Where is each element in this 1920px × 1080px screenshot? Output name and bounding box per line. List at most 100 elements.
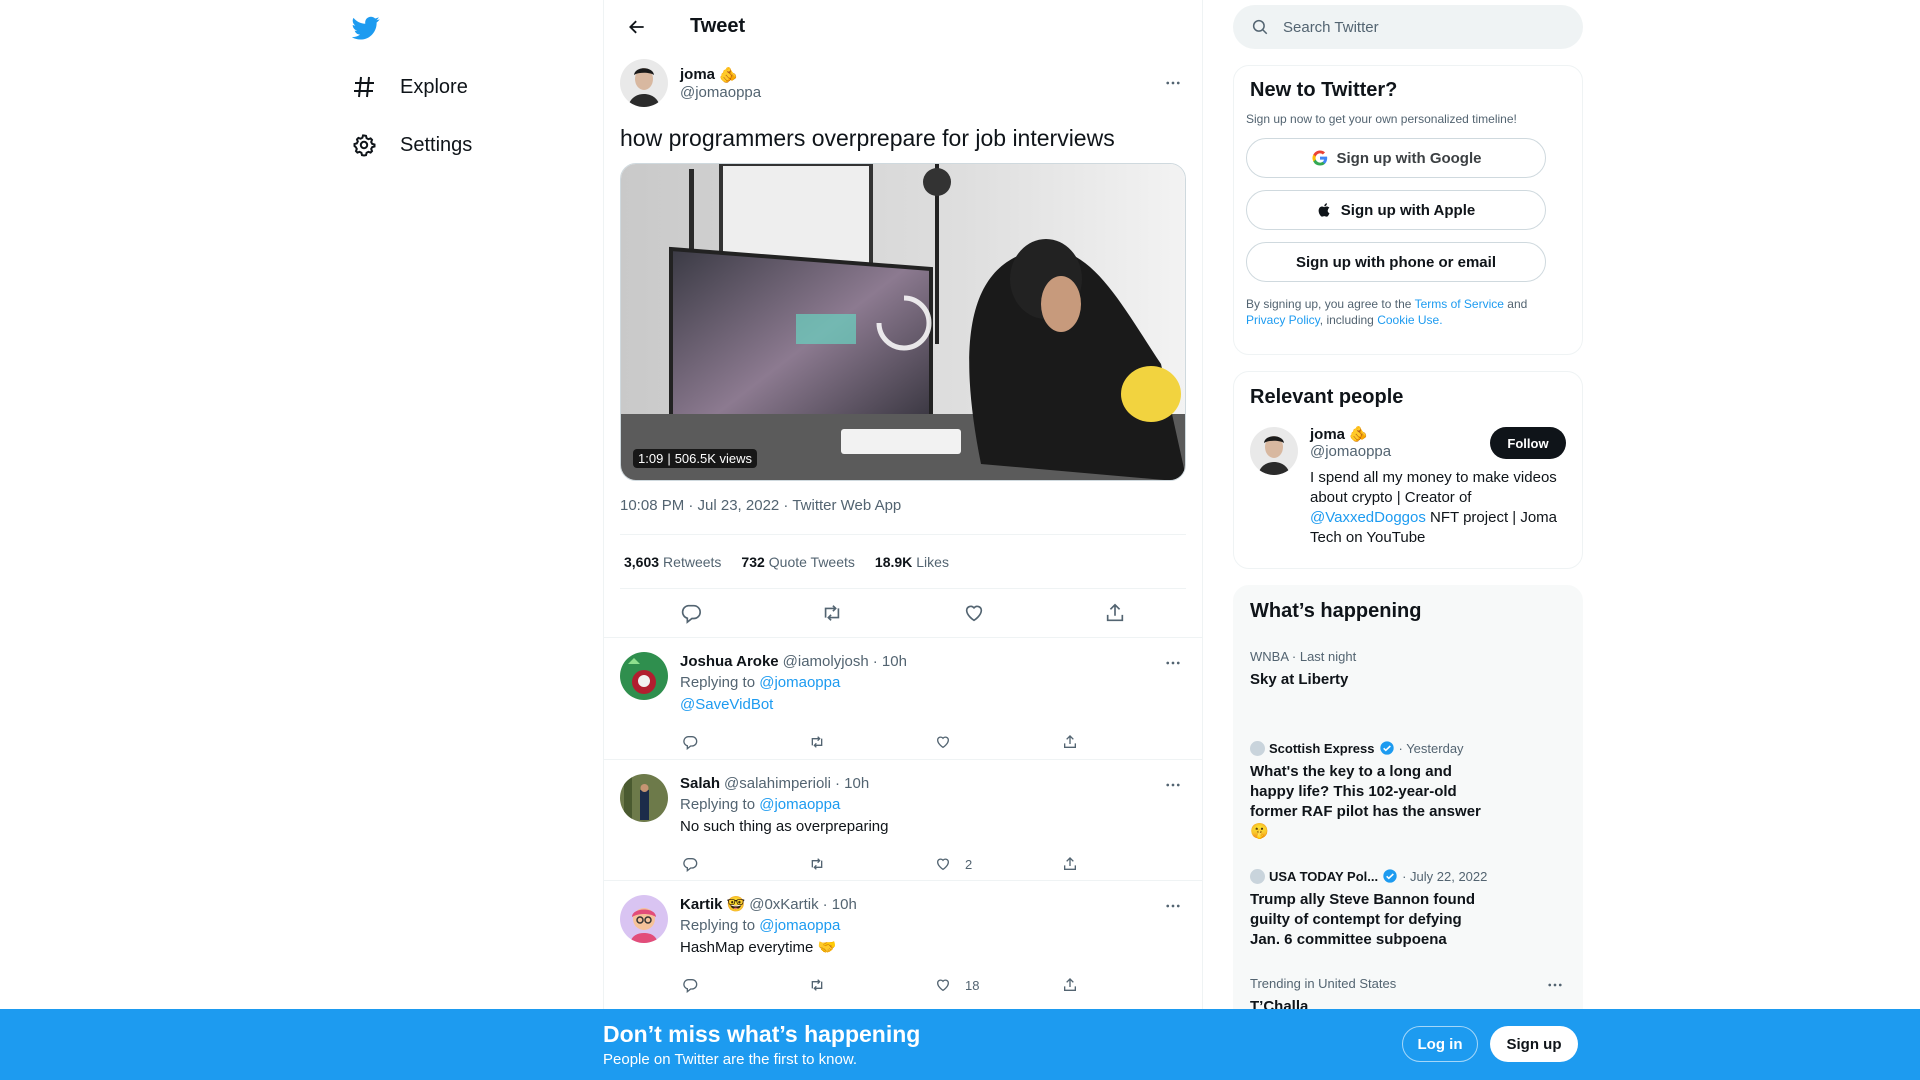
trend-context: WNBA · Last night: [1250, 649, 1357, 664]
likes-count: 18.9K: [874, 553, 913, 570]
source-avatar: [1250, 868, 1265, 884]
terms-text: By signing up, you agree to the Terms of…: [1246, 296, 1570, 328]
retweets-stat[interactable]: 3,603 Retweets: [624, 554, 721, 570]
trend-item[interactable]: Scottish Express · Yesterday What's the …: [1250, 740, 1568, 842]
signup-google-button[interactable]: Sign up with Google: [1246, 138, 1546, 178]
share-icon: [1060, 975, 1080, 995]
like-icon[interactable]: [957, 596, 991, 630]
cookie-link[interactable]: Cookie Use.: [1377, 313, 1442, 327]
replying-to: Replying to @jomaoppa: [680, 915, 1186, 937]
replying-to-link[interactable]: @jomaoppa: [759, 796, 840, 813]
replying-to-link[interactable]: @jomaoppa: [759, 674, 840, 691]
trend-source: USA TODAY Pol...: [1269, 868, 1379, 884]
avatar[interactable]: [620, 59, 668, 107]
search-box[interactable]: [1233, 5, 1583, 49]
nav-item-settings[interactable]: Settings: [350, 125, 472, 165]
back-arrow-icon[interactable]: [620, 10, 654, 44]
more-icon[interactable]: [1160, 772, 1186, 798]
search-input[interactable]: [1283, 18, 1543, 36]
like-action[interactable]: 2: [933, 854, 1060, 874]
bio-link[interactable]: @VaxxedDoggos: [1310, 509, 1426, 526]
trend-source: Scottish Express: [1269, 740, 1375, 756]
retweets-label: Retweets: [663, 553, 722, 570]
terms-link[interactable]: Terms of Service: [1415, 297, 1504, 311]
avatar[interactable]: [620, 774, 668, 822]
more-icon[interactable]: [1160, 70, 1186, 96]
reply-name[interactable]: Salah: [680, 775, 720, 792]
video-duration: 1:09: [638, 451, 664, 466]
search-icon: [1251, 18, 1269, 36]
signup-apple-label: Sign up with Apple: [1340, 201, 1476, 219]
reply-handle[interactable]: @iamolyjosh: [783, 653, 869, 670]
reply-icon[interactable]: [674, 596, 708, 630]
author-name: joma: [680, 66, 716, 83]
signup-bottom-bar: Don’t miss what’s happening People on Tw…: [0, 1009, 1920, 1080]
signup-phone-button[interactable]: Sign up with phone or email: [1246, 242, 1546, 282]
reply-name[interactable]: Kartik: [680, 896, 723, 913]
twitter-logo-icon[interactable]: [350, 12, 382, 44]
more-icon[interactable]: [1160, 650, 1186, 676]
reply-item[interactable]: Kartik 🤓 @0xKartik · 10h Replying to @jo…: [604, 880, 1202, 1001]
retweet-icon: [807, 854, 827, 874]
panel-subtitle: Sign up now to get your own personalized…: [1246, 112, 1517, 126]
reply-handle[interactable]: @0xKartik: [749, 896, 818, 913]
avatar[interactable]: [620, 895, 668, 943]
signup-apple-button[interactable]: Sign up with Apple: [1246, 190, 1546, 230]
reply-name[interactable]: Joshua Aroke: [680, 653, 779, 670]
trend-item[interactable]: WNBA · Last night Sky at Liberty: [1250, 649, 1568, 690]
trend-context: Scottish Express · Yesterday: [1250, 740, 1568, 756]
reply-time[interactable]: · 10h: [835, 775, 869, 792]
retweet-action[interactable]: [807, 975, 934, 995]
share-icon: [1060, 732, 1080, 752]
like-action[interactable]: 18: [933, 975, 1060, 995]
reply-time[interactable]: · 10h: [873, 653, 907, 670]
retweet-icon[interactable]: [815, 596, 849, 630]
reply-text: No such thing as overpreparing: [680, 818, 889, 835]
person-name: joma: [1310, 425, 1346, 443]
reply-handle[interactable]: @salahimperioli: [724, 775, 831, 792]
retweet-action[interactable]: [807, 732, 934, 752]
author-handle[interactable]: @jomaoppa: [680, 84, 761, 101]
retweet-icon: [807, 975, 827, 995]
quotes-stat[interactable]: 732 Quote Tweets: [741, 554, 855, 570]
reply-item[interactable]: Joshua Aroke @iamolyjosh · 10h Replying …: [604, 637, 1202, 759]
tweet-timestamp[interactable]: 10:08 PM · Jul 23, 2022 · Twitter Web Ap…: [620, 497, 1186, 535]
likes-stat[interactable]: 18.9K Likes: [875, 554, 949, 570]
like-count: 2: [965, 856, 973, 872]
privacy-link[interactable]: Privacy Policy: [1246, 313, 1320, 327]
share-action[interactable]: [1060, 975, 1187, 995]
panel-title: What’s happening: [1250, 600, 1422, 622]
person-card[interactable]: joma 🫵 @jomaoppa I spend all my money to…: [1250, 425, 1566, 548]
share-action[interactable]: [1060, 854, 1187, 874]
retweet-action[interactable]: [807, 854, 934, 874]
likes-label: Likes: [916, 553, 949, 570]
signup-button[interactable]: Sign up: [1490, 1026, 1578, 1062]
nav-item-explore[interactable]: Explore: [350, 67, 468, 107]
share-icon[interactable]: [1098, 596, 1132, 630]
reply-action[interactable]: [680, 732, 807, 752]
like-action[interactable]: [933, 732, 1060, 752]
avatar[interactable]: [1250, 427, 1298, 475]
follow-button[interactable]: Follow: [1490, 427, 1566, 459]
reply-item[interactable]: Salah @salahimperioli · 10h Replying to …: [604, 759, 1202, 880]
reply-time[interactable]: · 10h: [823, 896, 857, 913]
login-button[interactable]: Log in: [1402, 1026, 1478, 1062]
trend-title: Trump ally Steve Bannon found guilty of …: [1250, 891, 1476, 948]
like-count: 18: [965, 977, 980, 993]
more-icon[interactable]: [1542, 972, 1568, 998]
more-icon[interactable]: [1160, 893, 1186, 919]
trend-title: What's the key to a long and happy life?…: [1250, 763, 1481, 840]
trend-item[interactable]: USA TODAY Pol... · July 22, 2022 Trump a…: [1250, 868, 1568, 950]
mention-link[interactable]: @SaveVidBot: [680, 696, 773, 713]
share-action[interactable]: [1060, 732, 1187, 752]
avatar[interactable]: [620, 652, 668, 700]
author-name-line[interactable]: joma 🫵: [680, 66, 761, 84]
replying-to-link[interactable]: @jomaoppa: [759, 917, 840, 934]
terms-and: and: [1507, 297, 1528, 311]
tweet-stats: 3,603 Retweets 732 Quote Tweets 18.9K Likes: [620, 535, 1186, 589]
reply-action[interactable]: [680, 854, 807, 874]
replying-label: Replying to: [680, 796, 756, 813]
terms-including: , including: [1319, 313, 1374, 327]
tweet-video[interactable]: 1:09 | 506.5K views: [620, 163, 1186, 481]
reply-action[interactable]: [680, 975, 807, 995]
